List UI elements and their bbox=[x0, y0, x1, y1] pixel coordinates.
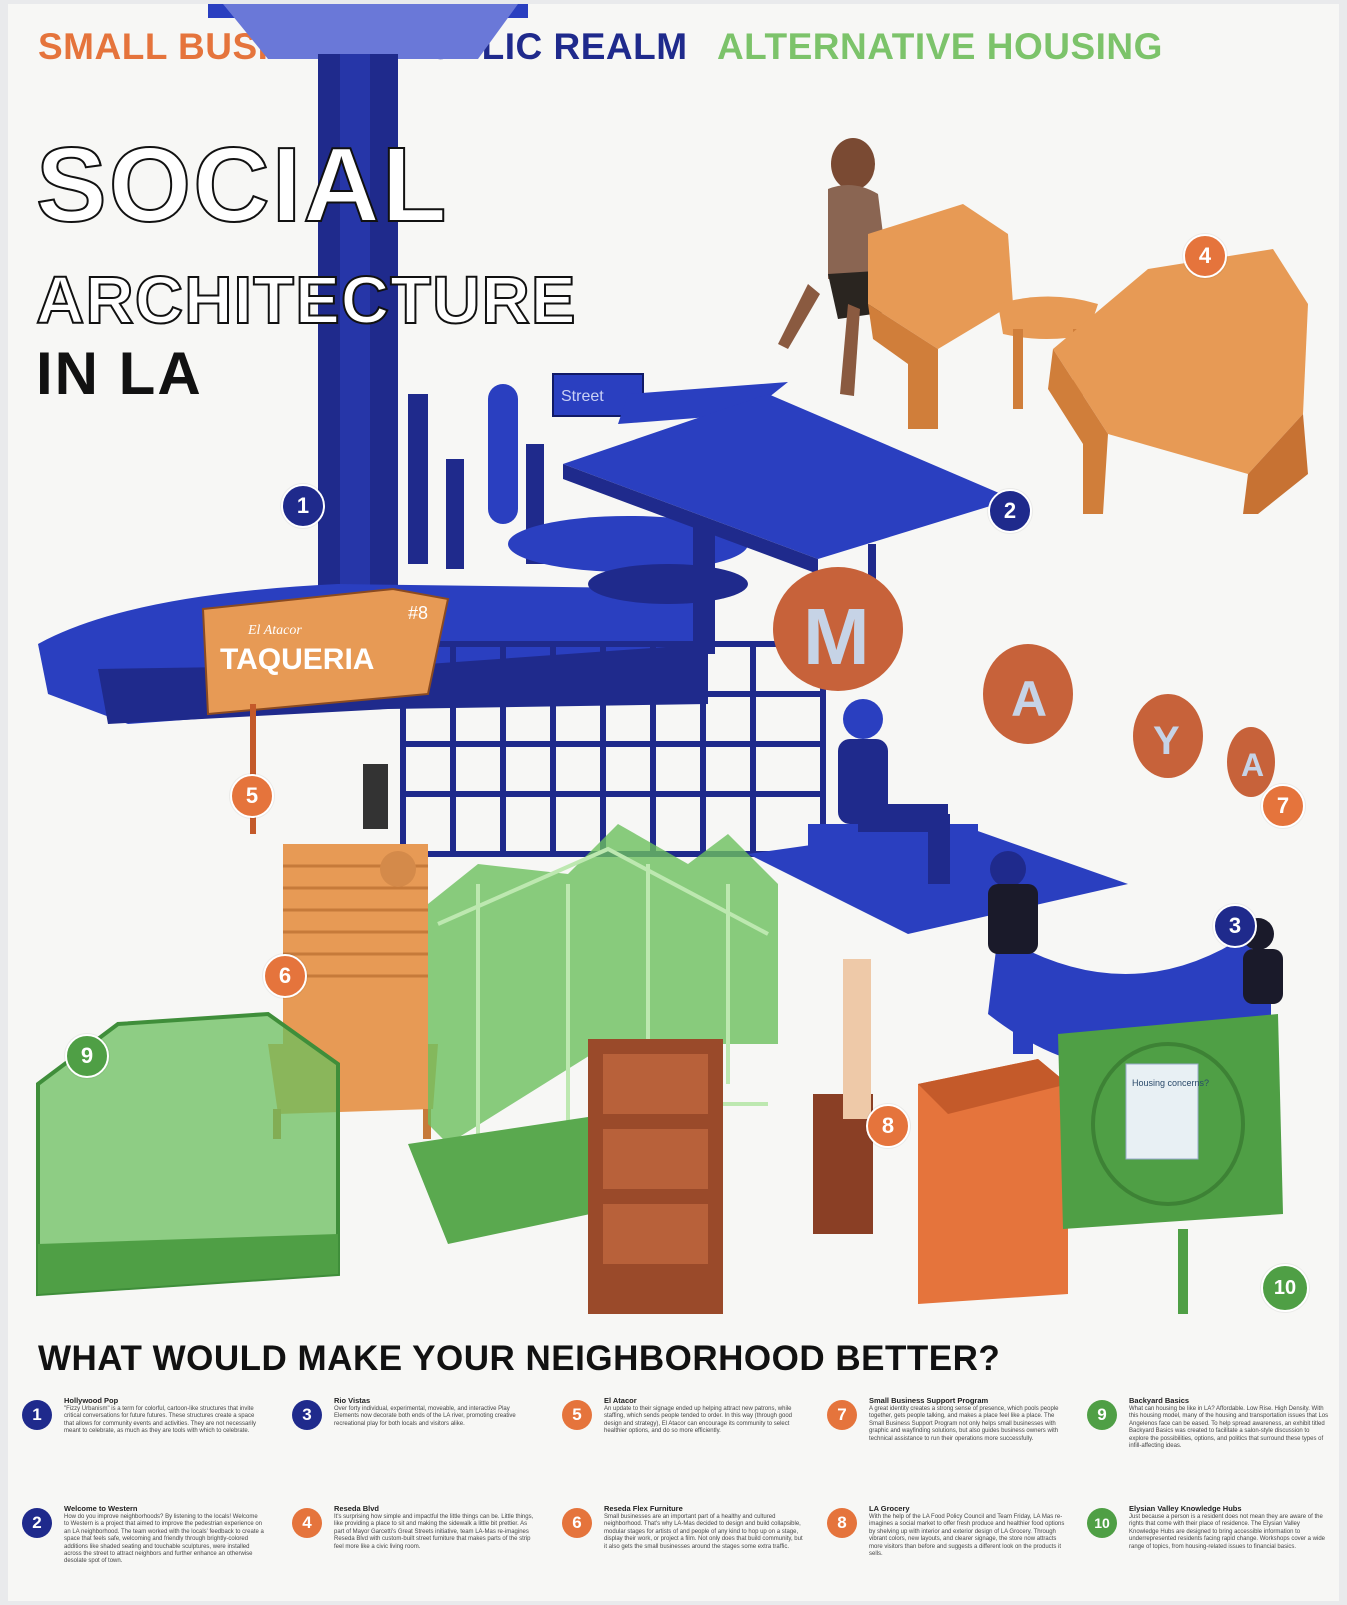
legend-num: 5 bbox=[562, 1400, 592, 1430]
maya-letter-a2: A bbox=[1241, 747, 1264, 783]
legend-title: Reseda Flex Furniture bbox=[604, 1504, 683, 1513]
legend-title: LA Grocery bbox=[869, 1504, 910, 1513]
taqueria-small-text: El Atacor bbox=[247, 623, 302, 638]
legend-num: 4 bbox=[292, 1508, 322, 1538]
maya-letter-m: M bbox=[803, 592, 870, 681]
marker-6: 6 bbox=[263, 954, 307, 998]
marker-7: 7 bbox=[1261, 784, 1305, 828]
housing-card-text: Housing concerns? bbox=[1132, 1078, 1209, 1088]
legend-text: An update to their signage ended up help… bbox=[604, 1406, 793, 1435]
blue-bench-with-person bbox=[748, 699, 1128, 934]
neighborhood-question: WHAT WOULD MAKE YOUR NEIGHBORHOOD BETTER… bbox=[38, 1339, 1001, 1378]
marker-4: 4 bbox=[1183, 234, 1227, 278]
legend-text: Just because a person is a resident does… bbox=[1129, 1514, 1326, 1550]
marker-5: 5 bbox=[230, 774, 274, 818]
legend-text: It's surprising how simple and impactful… bbox=[334, 1514, 534, 1550]
legend-text: "Fizzy Urbanism" is a term for colorful,… bbox=[64, 1406, 256, 1435]
legend-num: 7 bbox=[827, 1400, 857, 1430]
legend-title: Reseda Blvd bbox=[334, 1504, 380, 1513]
legend-title: Small Business Support Program bbox=[869, 1396, 989, 1405]
project-legend: 1 Hollywood Pop "Fizzy Urbanism" is a te… bbox=[22, 1396, 1332, 1596]
legend-title: Backyard Basics bbox=[1129, 1396, 1190, 1405]
legend-num: 9 bbox=[1087, 1400, 1117, 1430]
legend-title: El Atacor bbox=[604, 1396, 637, 1405]
title-architecture: ARCHITECTURE bbox=[35, 263, 577, 338]
maya-letter-a: A bbox=[1011, 671, 1047, 727]
title-social: SOCIAL bbox=[35, 126, 449, 244]
legend-text: What can housing be like in LA? Affordab… bbox=[1129, 1406, 1329, 1450]
maya-letter-y: Y bbox=[1153, 719, 1180, 763]
legend-num: 8 bbox=[827, 1508, 857, 1538]
legend-text: Over forty individual, experimental, mov… bbox=[334, 1406, 516, 1427]
taqueria-big-text: TAQUERIA bbox=[220, 643, 374, 676]
legend-title: Rio Vistas bbox=[334, 1396, 371, 1405]
taqueria-number: #8 bbox=[408, 603, 428, 623]
legend-text: How do you improve neighborhoods? By lis… bbox=[64, 1514, 264, 1565]
title-in-la: IN LA bbox=[36, 340, 203, 407]
street-sign-label: Street bbox=[561, 388, 604, 405]
legend-title: Hollywood Pop bbox=[64, 1396, 119, 1405]
orange-planter bbox=[918, 1059, 1068, 1304]
marker-1: 1 bbox=[281, 484, 325, 528]
marker-2: 2 bbox=[988, 489, 1032, 533]
legend-text: With the help of the LA Food Policy Coun… bbox=[869, 1514, 1065, 1558]
legend-num: 3 bbox=[292, 1400, 322, 1430]
poster: SMALL BUSINESS PUBLIC REALM ALTERNATIVE … bbox=[8, 4, 1339, 1601]
legend-title: Welcome to Western bbox=[64, 1504, 138, 1513]
legend-num: 1 bbox=[22, 1400, 52, 1430]
marker-9: 9 bbox=[65, 1034, 109, 1078]
legend-num: 6 bbox=[562, 1508, 592, 1538]
legend-text: Small businesses are an important part o… bbox=[604, 1514, 803, 1550]
legend-text: A great identity creates a strong sense … bbox=[869, 1406, 1059, 1442]
legend-num: 2 bbox=[22, 1508, 52, 1538]
legend-num: 10 bbox=[1087, 1508, 1117, 1538]
marker-10: 10 bbox=[1261, 1264, 1309, 1312]
marker-8: 8 bbox=[866, 1104, 910, 1148]
legend-title: Elysian Valley Knowledge Hubs bbox=[1129, 1504, 1242, 1513]
marker-3: 3 bbox=[1213, 904, 1257, 948]
knowledge-hub-board: Housing concerns? bbox=[1058, 1014, 1283, 1314]
